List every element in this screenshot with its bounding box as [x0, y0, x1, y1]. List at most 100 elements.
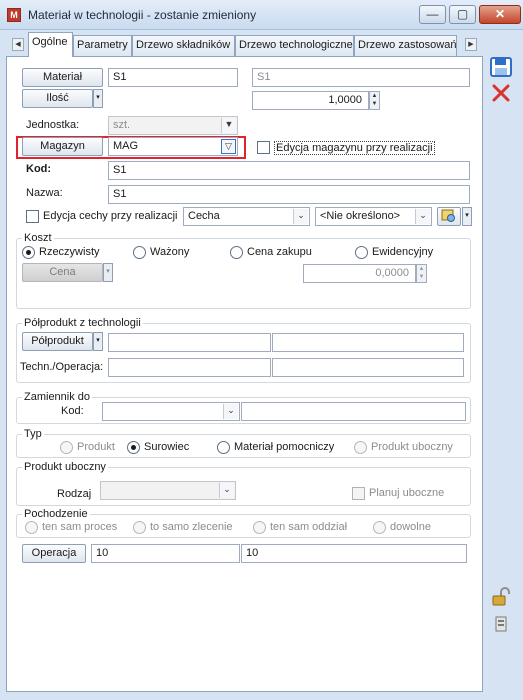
origin-group-title: Pochodzenie [22, 508, 90, 520]
operation-input[interactable] [272, 358, 464, 377]
origin-option-to-samo-zlecenie: to samo zlecenie [150, 521, 233, 533]
name-label: Nazwa: [26, 187, 63, 199]
plan-by-product-checkbox [352, 487, 365, 500]
feature-picker-dropdown-icon[interactable]: ▾ [462, 207, 472, 226]
chevron-down-icon[interactable]: ⌄ [415, 209, 430, 224]
action-sidebar [484, 56, 523, 700]
operation-button[interactable]: Operacja [22, 544, 86, 563]
save-button[interactable] [489, 57, 513, 79]
type-group-title: Typ [22, 428, 44, 440]
unit-select: szt. ▼ [108, 116, 238, 135]
origin-option-ten-sam-proces: ten sam proces [42, 521, 118, 533]
substitute-name-input[interactable] [241, 402, 466, 421]
feature-edit-checkbox[interactable] [26, 210, 39, 223]
type-radio-material-pomocniczy[interactable] [217, 441, 230, 454]
substitute-group-title: Zamiennik do [22, 391, 93, 403]
semi-product-button[interactable]: Półprodukt [22, 332, 93, 351]
cost-option-rzeczywisty: Rzeczywisty [39, 246, 100, 258]
code-label: Kod: [26, 163, 52, 175]
close-icon [492, 84, 510, 102]
operation-name-input[interactable]: 10 [241, 544, 467, 563]
tab-drzewo-technologiczne[interactable]: Drzewo technologiczne [235, 35, 354, 56]
cost-radio-cena-zakupu[interactable] [230, 246, 243, 259]
price-dropdown-icon: ▾ [103, 263, 113, 282]
unlock-icon [492, 587, 510, 606]
type-radio-surowiec[interactable] [127, 441, 140, 454]
substitute-code-select[interactable]: ⌄ [102, 402, 240, 421]
type-option-produkt-uboczny: Produkt uboczny [371, 441, 453, 453]
cost-group-title: Koszt [22, 232, 54, 244]
cost-radio-wazony[interactable] [133, 246, 146, 259]
quantity-stepper[interactable]: ▲ ▼ [369, 91, 380, 110]
feature-value: Cecha [188, 210, 220, 222]
cost-option-ewidencyjny: Ewidencyjny [372, 246, 434, 258]
technology-input[interactable] [108, 358, 271, 377]
chevron-down-icon: ⌄ [219, 483, 234, 498]
cost-option-cena-zakupu: Cena zakupu [247, 246, 312, 258]
cost-radio-ewidencyjny[interactable] [355, 246, 368, 259]
warehouse-select[interactable]: MAG ▽ [108, 137, 238, 156]
chevron-down-icon[interactable]: ▽ [221, 139, 236, 154]
techn-operation-label: Techn./Operacja: [20, 361, 104, 373]
feature-undefined-value: <Nie określono> [320, 210, 401, 222]
chevron-down-icon[interactable]: ⌄ [293, 209, 308, 224]
cost-radio-rzeczywisty[interactable] [22, 246, 35, 259]
warehouse-button[interactable]: Magazyn [22, 137, 103, 156]
quantity-dropdown-icon[interactable]: ▾ [93, 89, 103, 108]
material-code-input[interactable]: S1 [108, 68, 238, 87]
semi-product-name-input[interactable] [272, 333, 464, 352]
maximize-button[interactable]: ▢ [449, 5, 476, 24]
operation-number-input[interactable]: 10 [91, 544, 240, 563]
tab-scroll-left-icon[interactable]: ◀ [12, 38, 24, 51]
type-radio-produkt [60, 441, 73, 454]
window-title: Materiał w technologii - zostanie zmieni… [28, 8, 257, 22]
semi-product-code-input[interactable] [108, 333, 271, 352]
price-button: Cena [22, 263, 103, 282]
attach-button[interactable] [489, 615, 513, 637]
code-input[interactable]: S1 [108, 161, 470, 180]
quantity-input[interactable]: 1,0000 [252, 91, 369, 110]
main-panel: Materiał S1 S1 Ilość ▾ 1,0000 ▲ ▼ Jednost… [6, 56, 483, 692]
plan-by-product-label: Planuj uboczne [369, 487, 445, 499]
tab-scroll-right-icon[interactable]: ▶ [465, 38, 477, 51]
tab-strip: ◀ Ogólne Parametry Drzewo składników Drz… [6, 32, 480, 57]
material-button[interactable]: Materiał [22, 68, 103, 87]
feature-value-select[interactable]: <Nie określono> ⌄ [315, 207, 432, 226]
unit-value: szt. [113, 119, 131, 131]
origin-radio-dowolne [373, 521, 386, 534]
origin-option-ten-sam-oddzial: ten sam oddział [270, 521, 348, 533]
name-input[interactable]: S1 [108, 185, 470, 204]
close-button[interactable]: ✕ [479, 5, 521, 24]
price-stepper: ▲ ▼ [416, 264, 427, 283]
substitute-code-label: Kod: [61, 405, 84, 417]
by-product-group-title: Produkt uboczny [22, 461, 108, 473]
quantity-button[interactable]: Ilość [22, 89, 93, 108]
cost-option-wazony: Ważony [150, 246, 190, 258]
origin-radio-to-samo-zlecenie [133, 521, 146, 534]
feature-picker-icon [441, 209, 455, 222]
semi-product-group-title: Półprodukt z technologii [22, 317, 143, 329]
by-product-kind-label: Rodzaj [57, 488, 92, 500]
tab-drzewo-zastosowan[interactable]: Drzewo zastosowań [354, 35, 457, 56]
semi-product-dropdown-icon[interactable]: ▾ [93, 332, 103, 351]
warehouse-edit-checkbox[interactable] [257, 141, 270, 154]
minimize-button[interactable]: — [419, 5, 446, 24]
app-icon: M [7, 8, 21, 22]
feature-edit-label: Edycja cechy przy realizacji [43, 210, 178, 222]
delete-button[interactable] [489, 83, 513, 105]
warehouse-edit-label: Edycja magazynu przy realizacji [274, 141, 435, 155]
unit-label: Jednostka: [26, 119, 80, 131]
chevron-down-icon[interactable]: ⌄ [223, 404, 238, 419]
type-option-surowiec: Surowiec [144, 441, 190, 453]
unlock-button[interactable] [489, 587, 513, 609]
attachment-icon [495, 616, 507, 632]
by-product-kind-select: ⌄ [100, 481, 236, 500]
tab-drzewo-skladnikow[interactable]: Drzewo składników [132, 35, 235, 56]
type-option-material-pomocniczy: Materiał pomocniczy [234, 441, 335, 453]
feature-select[interactable]: Cecha ⌄ [183, 207, 310, 226]
origin-option-dowolne: dowolne [390, 521, 431, 533]
chevron-down-icon: ▼ [221, 118, 236, 133]
feature-picker-button[interactable] [437, 207, 461, 226]
tab-parametry[interactable]: Parametry [73, 35, 132, 56]
tab-ogolne[interactable]: Ogólne [28, 32, 73, 57]
